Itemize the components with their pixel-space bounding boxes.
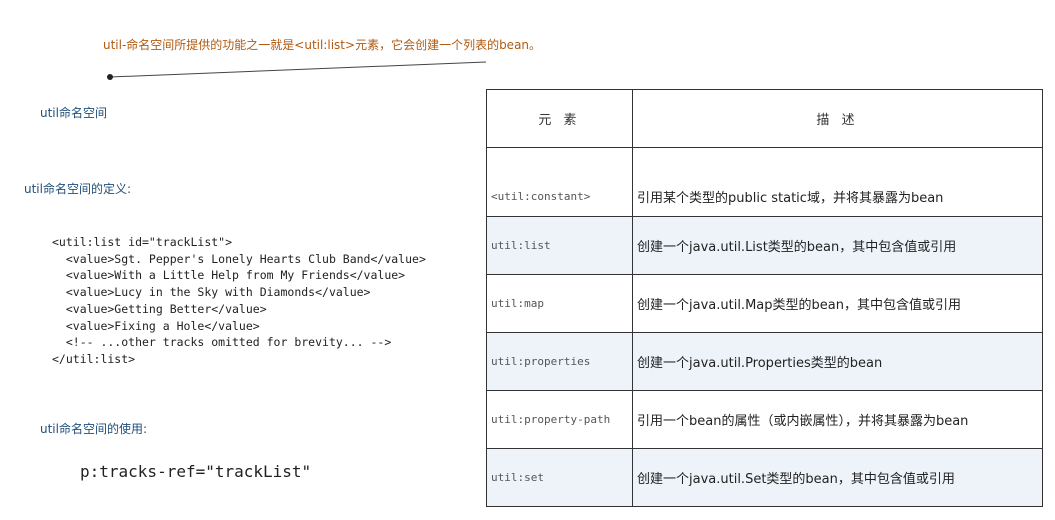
usage-code: p:tracks-ref="trackList": [80, 462, 312, 481]
table-spacer-row: [486, 147, 1043, 176]
element-cell: <util:constant>: [486, 176, 633, 217]
element-cell: util:list: [486, 216, 633, 275]
column-header-description: 描 述: [632, 89, 1043, 148]
heading-usage: util命名空间的使用:: [40, 422, 148, 436]
elements-table: 元 素 描 述 <util:constant> 引用某个类型的public st…: [486, 89, 1043, 507]
table-row: util:set 创建一个java.util.Set类型的bean，其中包含值或…: [486, 448, 1043, 507]
table-row: util:properties 创建一个java.util.Properties…: [486, 332, 1043, 391]
description-cell: 创建一个java.util.List类型的bean，其中包含值或引用: [632, 216, 1043, 275]
element-cell: util:set: [486, 448, 633, 507]
element-cell: util:map: [486, 274, 633, 333]
intro-text: util-命名空间所提供的功能之一就是<util:list>元素，它会创建一个列…: [103, 38, 542, 52]
heading-namespace: util命名空间: [40, 106, 107, 120]
description-cell: 创建一个java.util.Set类型的bean，其中包含值或引用: [632, 448, 1043, 507]
code-sample: <util:list id="trackList"> <value>Sgt. P…: [52, 235, 426, 366]
description-cell: 引用一个bean的属性（或内嵌属性），并将其暴露为bean: [632, 390, 1043, 449]
element-cell: util:properties: [486, 332, 633, 391]
description-cell: 创建一个java.util.Properties类型的bean: [632, 332, 1043, 391]
heading-definition: util命名空间的定义:: [24, 182, 132, 196]
description-cell: 引用某个类型的public static域，并将其暴露为bean: [632, 176, 1043, 217]
table-row: util:list 创建一个java.util.List类型的bean，其中包含…: [486, 216, 1043, 275]
callout-dot: [107, 74, 113, 80]
table-row: <util:constant> 引用某个类型的public static域，并将…: [486, 176, 1043, 217]
element-cell: util:property-path: [486, 390, 633, 449]
column-header-element: 元 素: [486, 89, 633, 148]
table-row: util:property-path 引用一个bean的属性（或内嵌属性），并将…: [486, 390, 1043, 449]
description-cell: 创建一个java.util.Map类型的bean，其中包含值或引用: [632, 274, 1043, 333]
table-row: util:map 创建一个java.util.Map类型的bean，其中包含值或…: [486, 274, 1043, 333]
